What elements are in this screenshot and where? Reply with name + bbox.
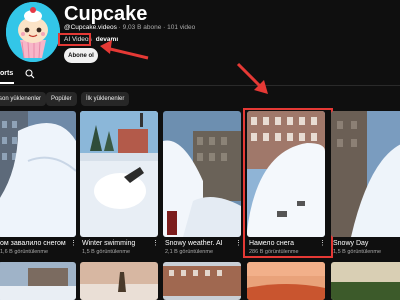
channel-tabs: orts (0, 66, 400, 84)
video-thumbnail[interactable] (163, 262, 241, 300)
cupcake-avatar-image (6, 2, 60, 62)
chip-recent[interactable]: son yüklenenler (0, 92, 47, 106)
tab-shorts[interactable]: orts (0, 70, 13, 77)
video-card[interactable]: Winter swimming 1,5 B görüntülenme ⋮ (80, 111, 159, 259)
channel-stats: · 9,03 B abone · 101 video (116, 24, 196, 31)
video-thumbnail[interactable] (80, 262, 158, 300)
more-options-icon[interactable]: ⋮ (152, 239, 159, 249)
video-thumbnail[interactable] (247, 262, 325, 300)
subscribe-button[interactable]: Abone ol (64, 48, 98, 63)
video-views: 1,5 B görüntülenme (82, 249, 131, 255)
video-title[interactable]: ом завалило снегом (0, 239, 66, 248)
video-thumbnail[interactable] (0, 111, 76, 237)
video-title[interactable]: Snowy Day (333, 239, 368, 248)
tabs-divider (0, 85, 400, 86)
more-options-icon[interactable]: ⋮ (70, 239, 77, 249)
video-title[interactable]: Winter swimming (82, 239, 135, 248)
video-card[interactable]: Snowy weather. AI 2,1 B görüntülenme ⋮ (163, 111, 242, 259)
search-icon[interactable] (25, 69, 35, 79)
video-title[interactable]: Snowy weather. AI (165, 239, 223, 248)
video-card[interactable]: ом завалило снегом 1,6 B görüntülenme ⋮ (0, 111, 77, 259)
video-thumbnail[interactable] (163, 111, 241, 237)
video-views: 2,1 B görüntülenme (165, 249, 214, 255)
more-options-icon[interactable]: ⋮ (235, 239, 242, 249)
video-views: 1,5 B görüntülenme (333, 249, 382, 255)
video-thumbnail[interactable] (331, 262, 400, 300)
video-card[interactable]: Snowy Day 1,5 B görüntülenme (331, 111, 400, 259)
annotation-highlight-description (58, 33, 91, 46)
chip-popular[interactable]: Popüler (46, 92, 77, 106)
active-tab-indicator (0, 82, 14, 84)
video-thumbnail[interactable] (331, 111, 400, 237)
video-views: 1,6 B görüntülenme (0, 249, 49, 255)
more-link[interactable]: devamı (96, 36, 118, 43)
video-thumbnail[interactable] (80, 111, 158, 237)
video-thumbnail[interactable] (0, 262, 76, 300)
channel-handle: @Cupcake.videos (64, 24, 117, 31)
channel-name: Cupcake (64, 3, 148, 25)
channel-meta: @Cupcake.videos · 9,03 B abone · 101 vid… (64, 24, 195, 32)
channel-avatar[interactable] (6, 2, 60, 62)
annotation-highlight-video (243, 108, 333, 258)
chip-oldest[interactable]: İlk yüklenenler (81, 92, 130, 106)
